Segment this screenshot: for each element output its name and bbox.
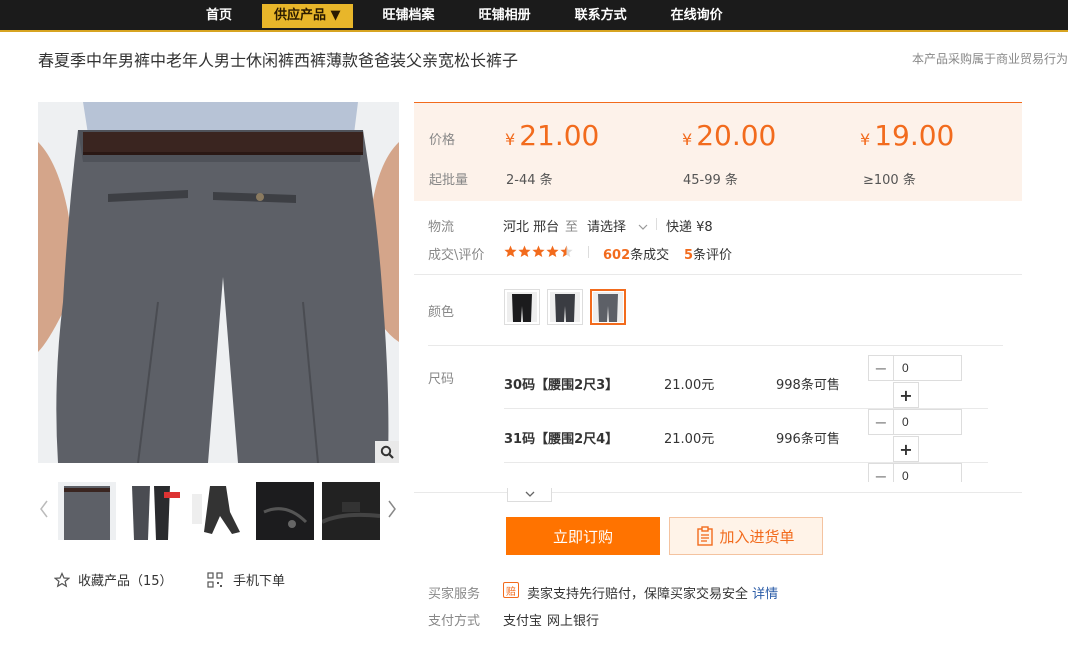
reviews-label: 成交\评价	[428, 248, 485, 263]
size-price: 21.00元	[664, 378, 715, 393]
shipping-fee: 快递 ¥8	[666, 220, 713, 235]
chevron-down-icon	[638, 224, 648, 230]
price-value: 20.00	[696, 119, 777, 152]
color-label: 颜色	[428, 305, 455, 320]
deals-count: 602	[603, 248, 631, 263]
destination-select[interactable]: 请选择	[587, 216, 648, 235]
compensation-badge-icon: 赔	[503, 582, 519, 598]
currency-symbol: ¥	[682, 130, 693, 149]
rating-stars	[504, 245, 574, 261]
zoom-button[interactable]	[375, 441, 399, 463]
decrement-button[interactable]: −	[868, 409, 894, 435]
thumbnail-2[interactable]	[124, 482, 182, 540]
thumbnail-1[interactable]	[58, 482, 116, 540]
service-description: 卖家支持先行赔付，保障买家交易安全	[527, 587, 749, 602]
thumbnail-4[interactable]	[256, 482, 314, 540]
nav-products[interactable]: 供应产品 ▼	[262, 4, 353, 28]
payment-method-alipay: 支付宝	[503, 614, 543, 629]
buy-now-button[interactable]: 立即订购	[506, 517, 660, 555]
supplier-note: 本产品采购属于商业贸易行为	[911, 52, 1068, 66]
size-name: 31码【腰围2尺4】	[504, 432, 619, 447]
nav-home[interactable]: 首页	[192, 4, 246, 28]
size-name: 30码【腰围2尺3】	[504, 378, 619, 393]
star-outline-icon	[54, 571, 70, 587]
divider	[656, 218, 657, 230]
review-count: 5	[684, 248, 694, 263]
size-stock: 998条可售	[776, 378, 840, 393]
ship-to-word: 至	[565, 220, 579, 235]
increment-button[interactable]: +	[893, 382, 919, 408]
size-stock: 996条可售	[776, 432, 840, 447]
increment-button[interactable]: +	[893, 436, 919, 462]
chevron-down-icon	[525, 491, 534, 497]
mobile-order[interactable]: 手机下单	[207, 570, 285, 589]
nav-shop-profile[interactable]: 旺铺档案	[369, 4, 449, 28]
price-value: 21.00	[519, 119, 600, 152]
color-swatch-2[interactable]	[547, 289, 583, 325]
top-nav-bar: 首页 供应产品 ▼ 旺铺档案 旺铺相册 联系方式 在线询价	[0, 0, 1068, 32]
nav-inquiry[interactable]: 在线询价	[657, 4, 737, 28]
main-product-image[interactable]	[38, 102, 399, 463]
color-swatch-3[interactable]	[590, 289, 626, 325]
add-to-list-label: 加入进货单	[719, 527, 795, 546]
divider	[588, 246, 589, 258]
top-nav: 首页 供应产品 ▼ 旺铺档案 旺铺相册 联系方式 在线询价	[192, 4, 753, 28]
price-tier-1: ¥21.00	[505, 119, 599, 152]
review-count-link[interactable]: 5条评价	[684, 244, 732, 263]
mobile-order-label: 手机下单	[233, 574, 286, 589]
ship-from: 河北 邢台	[503, 220, 560, 235]
currency-symbol: ¥	[860, 130, 871, 149]
clipboard-icon	[697, 526, 714, 546]
add-to-purchase-list-button[interactable]: 加入进货单	[669, 517, 823, 555]
thumbnail-3[interactable]	[190, 482, 248, 540]
decrement-button[interactable]: −	[868, 355, 894, 381]
range-tier-3: ≥100 条	[863, 173, 916, 188]
service-label: 买家服务	[428, 587, 481, 602]
star-rating-icon	[504, 245, 573, 257]
price-box: 价格 起批量 ¥21.00 ¥20.00 ¥19.00 2-44 条 45-99…	[414, 102, 1022, 201]
section-divider	[414, 492, 1022, 493]
price-tier-3: ¥19.00	[860, 119, 954, 152]
quantity-input[interactable]	[893, 409, 962, 435]
currency-symbol: ¥	[505, 130, 516, 149]
nav-shop-album[interactable]: 旺铺相册	[465, 4, 545, 28]
thumbnail-strip	[38, 482, 400, 540]
favorite-product[interactable]: 收藏产品（15）	[54, 570, 173, 589]
color-swatch-1[interactable]	[504, 289, 540, 325]
favorite-label: 收藏产品（15）	[78, 574, 173, 589]
section-divider	[414, 274, 1022, 275]
range-tier-1: 2-44 条	[506, 173, 553, 188]
magnifier-icon	[380, 445, 394, 459]
nav-contact[interactable]: 联系方式	[561, 4, 641, 28]
logistics-label: 物流	[428, 220, 455, 235]
destination-value: 请选择	[587, 220, 627, 235]
service-text: 卖家支持先行赔付，保障买家交易安全 详情	[527, 583, 778, 602]
moq-label: 起批量	[429, 173, 469, 188]
deals-count-link[interactable]: 602条成交	[603, 244, 669, 263]
expand-sizes-button[interactable]	[507, 488, 552, 502]
trousers-photo	[38, 102, 399, 463]
product-title: 春夏季中年男裤中老年人男士休闲裤西裤薄款爸爸装父亲宽松长裤子	[38, 51, 519, 70]
qr-code-icon	[207, 571, 223, 588]
range-tier-2: 45-99 条	[683, 173, 738, 188]
size-list[interactable]: 30码【腰围2尺3】 21.00元 998条可售 − + 31码【腰围2尺4】 …	[414, 346, 1014, 482]
price-value: 19.00	[874, 119, 955, 152]
prev-arrow-icon[interactable]	[38, 499, 50, 519]
size-price: 21.00元	[664, 432, 715, 447]
deals-suffix: 条成交	[630, 248, 670, 263]
quantity-input[interactable]	[893, 355, 962, 381]
quantity-input[interactable]	[893, 463, 962, 482]
decrement-button[interactable]: −	[868, 463, 894, 482]
review-suffix: 条评价	[693, 248, 733, 263]
payment-method-online-bank: 网上银行	[547, 614, 600, 629]
next-arrow-icon[interactable]	[386, 499, 398, 519]
price-label: 价格	[429, 133, 456, 148]
service-details-link[interactable]: 详情	[752, 587, 778, 602]
price-tier-2: ¥20.00	[682, 119, 776, 152]
payment-label: 支付方式	[428, 614, 481, 629]
thumbnail-5[interactable]	[322, 482, 380, 540]
